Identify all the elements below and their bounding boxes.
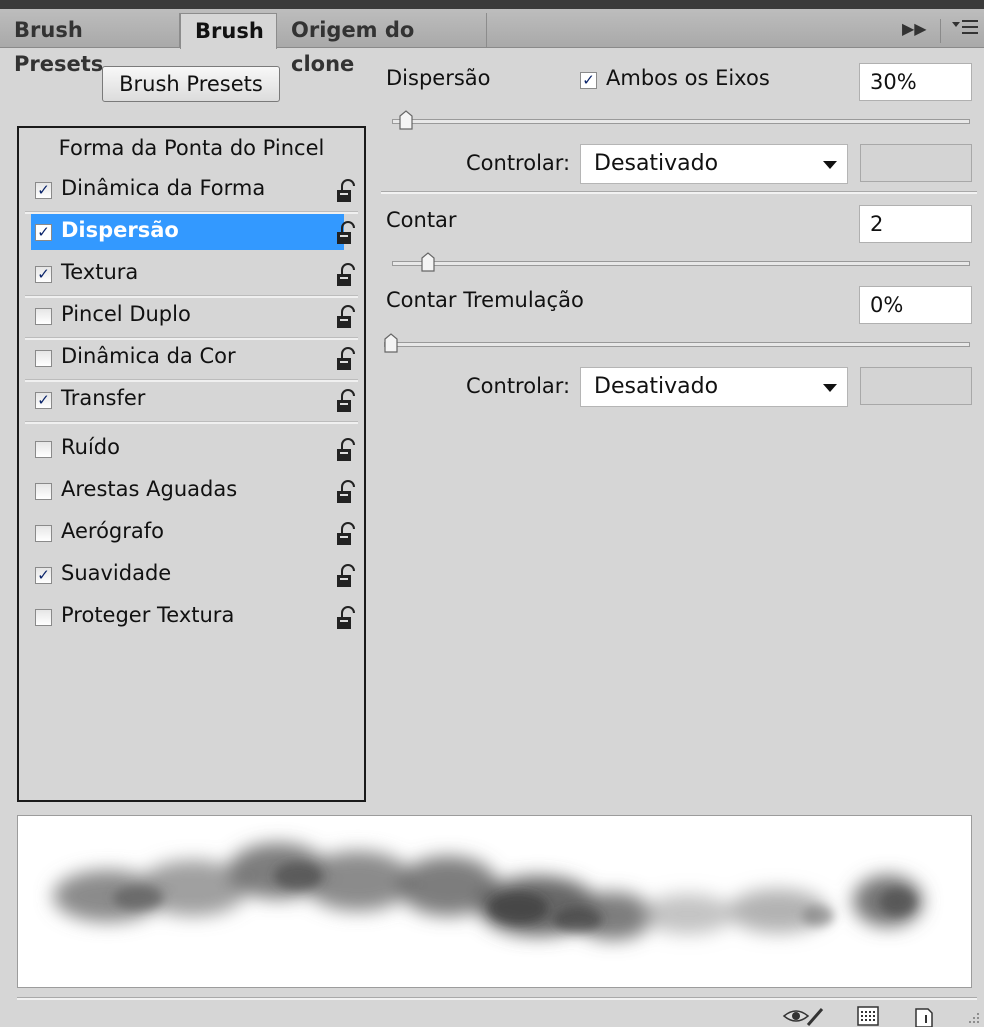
checkbox[interactable] <box>35 441 52 458</box>
divider <box>381 191 977 194</box>
list-item-color-dynamics[interactable]: Dinâmica da Cor <box>19 340 364 382</box>
bottom-divider <box>17 997 977 1000</box>
window-top-border <box>0 0 984 9</box>
panel-menu-icon[interactable] <box>950 17 980 41</box>
double-arrow-right-icon[interactable]: ▶▶ <box>902 19 927 38</box>
list-item-label: Ruído <box>61 435 120 459</box>
count-jitter-control-label: Controlar: <box>466 374 571 398</box>
lock-icon[interactable] <box>335 388 357 414</box>
brush-settings-list: Forma da Ponta do Pincel ✓ Dinâmica da F… <box>17 126 366 802</box>
scatter-label: Dispersão <box>386 66 491 90</box>
chevron-down-icon <box>823 161 837 169</box>
checkbox[interactable] <box>35 350 52 367</box>
tab-brush[interactable]: Brush <box>180 13 277 49</box>
resize-grip-icon[interactable] <box>962 1010 982 1026</box>
lock-icon[interactable] <box>335 220 357 246</box>
scatter-value-field[interactable]: 30% <box>859 63 972 101</box>
checkbox[interactable]: ✓ <box>35 182 52 199</box>
list-item-scattering[interactable]: ✓ Dispersão <box>19 214 364 254</box>
list-item-dual-brush[interactable]: Pincel Duplo <box>19 298 364 340</box>
both-axes-checkbox[interactable]: ✓ <box>580 72 597 89</box>
list-item-label: Textura <box>61 260 139 284</box>
lock-icon[interactable] <box>335 437 357 463</box>
count-label: Contar <box>386 208 457 232</box>
list-item-label: Pincel Duplo <box>61 302 191 326</box>
scatter-slider-thumb[interactable] <box>399 110 413 130</box>
new-preset-icon[interactable] <box>912 1005 938 1027</box>
list-item-shape-dynamics[interactable]: ✓ Dinâmica da Forma <box>19 172 364 214</box>
lock-icon[interactable] <box>335 346 357 372</box>
list-item-label: Proteger Textura <box>61 603 235 627</box>
lock-icon[interactable] <box>335 304 357 330</box>
brush-stroke-image <box>53 843 923 940</box>
chevron-down-icon <box>823 384 837 392</box>
checkbox[interactable]: ✓ <box>35 392 52 409</box>
scatter-control-label: Controlar: <box>466 151 571 175</box>
count-jitter-value-field[interactable]: 0% <box>859 286 972 324</box>
scatter-slider-track[interactable] <box>392 119 970 124</box>
tab-brush-presets[interactable]: Brush Presets <box>0 13 180 76</box>
count-value-field[interactable]: 2 <box>859 205 972 243</box>
lock-icon[interactable] <box>335 262 357 288</box>
list-item-label: Transfer <box>61 386 146 410</box>
panel-tab-bar: Brush Presets Brush Origem do clone ▶▶ <box>0 9 984 76</box>
list-item-smoothing[interactable]: ✓ Suavidade <box>19 557 364 597</box>
brush-stroke-preview <box>17 815 972 988</box>
count-jitter-slider-thumb[interactable] <box>384 333 398 353</box>
checkbox[interactable]: ✓ <box>35 266 52 283</box>
checkbox[interactable]: ✓ <box>35 567 52 584</box>
list-item-wet-edges[interactable]: Arestas Aguadas <box>19 473 364 513</box>
list-item-transfer[interactable]: ✓ Transfer <box>19 382 364 424</box>
lock-icon[interactable] <box>335 605 357 631</box>
lock-icon[interactable] <box>335 178 357 204</box>
scatter-control-select[interactable]: Desativado <box>580 144 848 184</box>
scatter-control-amount-field <box>860 144 972 182</box>
brush-tip-shape-item[interactable]: Forma da Ponta do Pincel <box>19 136 364 160</box>
count-jitter-control-select[interactable]: Desativado <box>580 367 848 407</box>
list-item-label: Aerógrafo <box>61 519 165 543</box>
count-slider-track[interactable] <box>392 261 970 266</box>
select-value: Desativado <box>594 151 719 176</box>
count-slider-thumb[interactable] <box>421 252 435 272</box>
list-item-airbrush[interactable]: Aerógrafo <box>19 515 364 555</box>
checkbox[interactable]: ✓ <box>35 224 52 241</box>
count-jitter-slider-track[interactable] <box>384 342 970 347</box>
tab-clone-source[interactable]: Origem do clone <box>277 13 487 76</box>
brush-presets-button[interactable]: Brush Presets <box>102 66 280 102</box>
checkbox[interactable] <box>35 609 52 626</box>
list-item-protect-texture[interactable]: Proteger Textura <box>19 599 364 639</box>
list-item-label: Dispersão <box>61 218 179 242</box>
list-item-label: Arestas Aguadas <box>61 477 238 501</box>
checkbox[interactable] <box>35 308 52 325</box>
checkbox[interactable] <box>35 483 52 500</box>
list-item-noise[interactable]: Ruído <box>19 431 364 471</box>
both-axes-label: Ambos os Eixos <box>606 66 770 90</box>
grid-icon[interactable] <box>856 1005 882 1027</box>
lock-icon[interactable] <box>335 563 357 589</box>
count-jitter-control-amount-field <box>860 367 972 405</box>
lock-icon[interactable] <box>335 521 357 547</box>
select-value: Desativado <box>594 374 719 399</box>
list-item-label: Dinâmica da Forma <box>61 176 266 200</box>
list-item-label: Dinâmica da Cor <box>61 344 236 368</box>
list-item-texture[interactable]: ✓ Textura <box>19 256 364 298</box>
list-item-label: Suavidade <box>61 561 172 585</box>
eye-brush-icon[interactable] <box>782 1005 826 1027</box>
count-jitter-label: Contar Tremulação <box>386 288 584 312</box>
tab-divider <box>940 19 941 43</box>
checkbox[interactable] <box>35 525 52 542</box>
lock-icon[interactable] <box>335 479 357 505</box>
